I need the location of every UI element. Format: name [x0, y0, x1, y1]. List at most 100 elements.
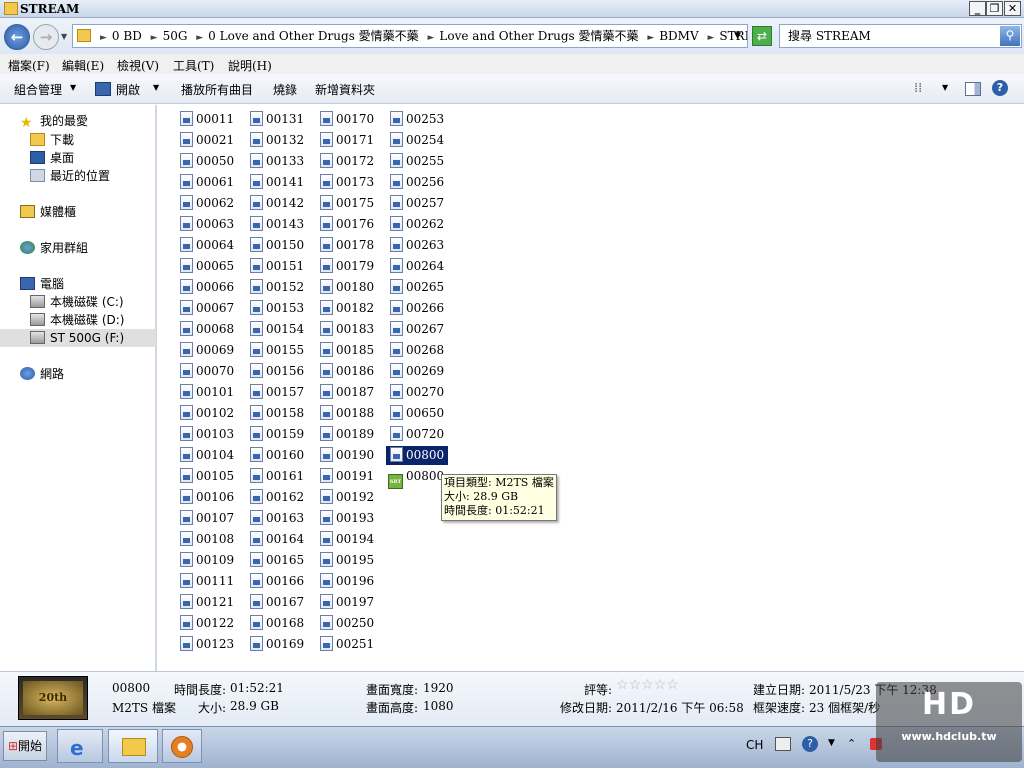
burn-button[interactable]: 燒錄 — [273, 81, 297, 98]
file-item[interactable]: 00104 — [180, 446, 234, 465]
nav-drive-f[interactable]: ST 500G (F:) — [0, 329, 156, 347]
menu-view[interactable]: 檢視(V) — [117, 57, 159, 74]
minimize-button[interactable]: _ — [969, 1, 986, 16]
nav-downloads[interactable]: 下載 — [30, 131, 74, 149]
restore-button[interactable]: ❐ — [986, 1, 1003, 16]
file-item[interactable]: 00133 — [250, 152, 304, 171]
file-item[interactable]: 00195 — [320, 551, 374, 570]
file-item[interactable]: 00068 — [180, 320, 234, 339]
nav-drive-c[interactable]: 本機磁碟 (C:) — [30, 293, 124, 311]
file-item[interactable]: 00165 — [250, 551, 304, 570]
file-item[interactable]: 00264 — [390, 257, 444, 276]
file-item[interactable]: 00152 — [250, 278, 304, 297]
chevron-right-icon[interactable]: ► — [647, 33, 654, 43]
file-item[interactable]: 00170 — [320, 110, 374, 129]
file-item[interactable]: 00122 — [180, 614, 234, 633]
breadcrumb-item[interactable]: 0 Love and Other Drugs 愛情藥不藥 — [208, 29, 419, 43]
file-item[interactable]: 00102 — [180, 404, 234, 423]
keyboard-icon[interactable] — [775, 737, 791, 751]
file-item[interactable]: 00069 — [180, 341, 234, 360]
file-item[interactable]: 00173 — [320, 173, 374, 192]
preview-pane-icon[interactable] — [965, 82, 981, 96]
file-item[interactable]: 00063 — [180, 215, 234, 234]
file-item[interactable]: 00262 — [390, 215, 444, 234]
play-all-button[interactable]: 播放所有曲目 — [181, 81, 253, 98]
menu-help[interactable]: 說明(H) — [228, 57, 272, 74]
help-icon[interactable]: ? — [992, 80, 1008, 96]
address-dropdown-icon[interactable]: ▼ — [734, 25, 741, 47]
file-item[interactable]: 00161 — [250, 467, 304, 486]
file-item[interactable]: 00132 — [250, 131, 304, 150]
file-item[interactable]: 00011 — [180, 110, 234, 129]
star-icon[interactable]: ☆ — [654, 677, 667, 693]
chevron-right-icon[interactable]: ► — [196, 33, 203, 43]
file-item[interactable]: 00257 — [390, 194, 444, 213]
chevron-down-icon[interactable]: ▼ — [942, 83, 948, 92]
file-item[interactable]: 00196 — [320, 572, 374, 591]
nav-desktop[interactable]: 桌面 — [30, 149, 74, 167]
file-item[interactable]: 00720 — [390, 425, 444, 444]
file-item[interactable]: 00256 — [390, 173, 444, 192]
star-icon[interactable]: ☆ — [629, 677, 642, 693]
search-icon[interactable]: ⚲ — [1000, 26, 1020, 46]
file-item[interactable]: 00155 — [250, 341, 304, 360]
help-icon[interactable]: ? — [802, 736, 818, 752]
star-icon[interactable]: ☆ — [616, 677, 629, 693]
file-item[interactable]: 00268 — [390, 341, 444, 360]
star-icon[interactable]: ☆ — [641, 677, 654, 693]
breadcrumb-item[interactable]: Love and Other Drugs 愛情藥不藥 — [439, 29, 638, 43]
file-item[interactable]: 00065 — [180, 257, 234, 276]
nav-computer[interactable]: 電腦 — [20, 275, 64, 293]
file-item[interactable]: 00131 — [250, 110, 304, 129]
close-button[interactable]: ✕ — [1004, 1, 1021, 16]
file-item[interactable]: 00101 — [180, 383, 234, 402]
file-item[interactable]: 00062 — [180, 194, 234, 213]
file-item[interactable]: 00142 — [250, 194, 304, 213]
file-item[interactable]: 00066 — [180, 278, 234, 297]
refresh-button[interactable]: ⇄ — [752, 26, 772, 46]
file-item[interactable]: 00156 — [250, 362, 304, 381]
file-item[interactable]: 00270 — [390, 383, 444, 402]
file-item[interactable]: 00158 — [250, 404, 304, 423]
chevron-down-icon[interactable]: ▼ — [70, 83, 76, 92]
rating-stars[interactable]: ☆☆☆☆☆ — [616, 677, 679, 693]
star-icon[interactable]: ☆ — [666, 677, 679, 693]
file-item[interactable]: 00189 — [320, 425, 374, 444]
breadcrumb-item[interactable]: 50G — [163, 29, 188, 43]
file-item[interactable]: 00182 — [320, 299, 374, 318]
file-item[interactable]: 00255 — [390, 152, 444, 171]
file-item[interactable]: 00263 — [390, 236, 444, 255]
file-item[interactable]: 00169 — [250, 635, 304, 654]
nav-favorites[interactable]: ★ 我的最愛 — [20, 112, 88, 131]
nav-homegroup[interactable]: 家用群組 — [20, 239, 88, 257]
file-item[interactable]: 00178 — [320, 236, 374, 255]
address-bar[interactable]: ► 0 BD ► 50G ► 0 Love and Other Drugs 愛情藥不藥… — [72, 24, 748, 48]
file-item[interactable]: 00187 — [320, 383, 374, 402]
taskbar-explorer[interactable] — [108, 729, 158, 763]
file-item[interactable]: 00251 — [320, 635, 374, 654]
new-folder-button[interactable]: 新增資料夾 — [315, 81, 375, 98]
file-item[interactable]: 00153 — [250, 299, 304, 318]
file-item[interactable]: 00269 — [390, 362, 444, 381]
file-item[interactable]: 00050 — [180, 152, 234, 171]
subtitle-file-item[interactable]: SRT 00800 — [388, 467, 444, 489]
file-item[interactable]: 00168 — [250, 614, 304, 633]
history-dropdown-icon[interactable]: ▼ — [61, 32, 67, 41]
organize-button[interactable]: 組合管理 — [14, 81, 62, 98]
file-item[interactable]: 00166 — [250, 572, 304, 591]
file-item[interactable]: 00121 — [180, 593, 234, 612]
file-item[interactable]: 00190 — [320, 446, 374, 465]
taskbar-ie[interactable]: e — [57, 729, 103, 763]
file-item[interactable]: 00109 — [180, 551, 234, 570]
nav-recent[interactable]: 最近的位置 — [30, 167, 110, 185]
back-button[interactable]: ← — [4, 24, 30, 50]
file-item[interactable]: 00191 — [320, 467, 374, 486]
nav-drive-d[interactable]: 本機磁碟 (D:) — [30, 311, 124, 329]
file-item[interactable]: 00193 — [320, 509, 374, 528]
file-item[interactable]: 00141 — [250, 173, 304, 192]
file-item[interactable]: 00267 — [390, 320, 444, 339]
file-item[interactable]: 00163 — [250, 509, 304, 528]
file-item[interactable]: 00171 — [320, 131, 374, 150]
menu-tools[interactable]: 工具(T) — [173, 57, 214, 74]
file-item[interactable]: 00064 — [180, 236, 234, 255]
